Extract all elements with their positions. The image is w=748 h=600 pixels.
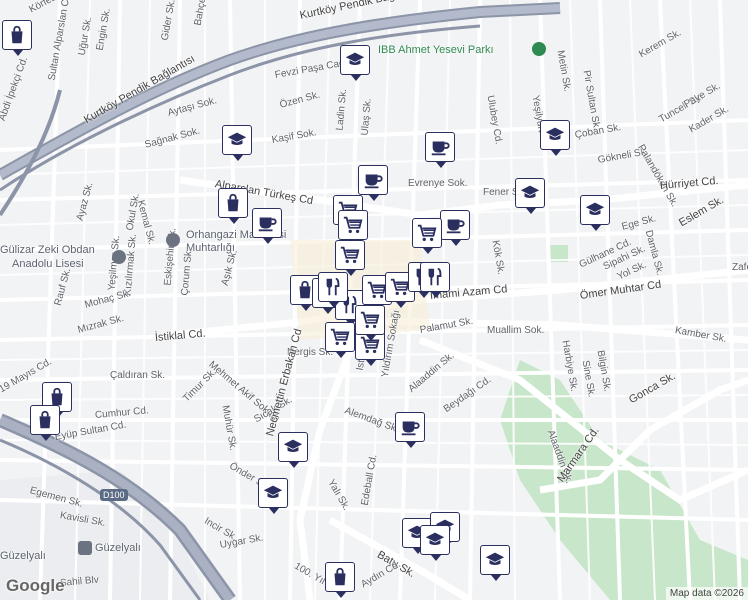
street-label: Çaldıran Sk. xyxy=(110,370,166,381)
shopping-bag-pin[interactable] xyxy=(218,188,248,224)
station-label[interactable]: Güzelyalı xyxy=(95,542,141,554)
park-icon xyxy=(532,42,546,56)
shopping-bag-icon xyxy=(222,192,244,214)
district-label: Güzelyalı xyxy=(0,550,46,562)
shopping-cart-icon xyxy=(416,222,438,244)
shopping-cart-pin[interactable] xyxy=(335,240,365,276)
school-icon xyxy=(584,199,606,221)
park-label[interactable]: IBB Ahmet Yesevi Parkı xyxy=(378,44,494,56)
school-icon xyxy=(424,529,446,551)
school-pin[interactable] xyxy=(278,432,308,468)
shopping-bag-icon xyxy=(34,409,56,431)
google-logo: Google xyxy=(6,576,65,595)
school-icon xyxy=(112,250,126,264)
school-icon xyxy=(282,436,304,458)
shopping-cart-icon xyxy=(342,214,364,236)
shopping-bag-icon xyxy=(329,566,351,588)
school-icon xyxy=(344,49,366,71)
road-shield-d100: D100 xyxy=(100,489,128,501)
street-label: Muallim Sok. xyxy=(487,325,545,336)
coffee-pin[interactable] xyxy=(358,165,388,201)
school-name-label[interactable]: Anadolu Lisesi xyxy=(12,258,84,270)
shopping-cart-pin[interactable] xyxy=(325,322,355,358)
map-canvas[interactable]: Körfez Sk. Abdi İpekçi Cd. Sultan Alpars… xyxy=(0,0,748,600)
school-pin[interactable] xyxy=(340,45,370,81)
street-label: Evrenye Sok. xyxy=(408,178,468,189)
shopping-cart-pin[interactable] xyxy=(355,305,385,341)
school-pin[interactable] xyxy=(222,125,252,161)
school-pin[interactable] xyxy=(540,120,570,156)
shopping-cart-icon xyxy=(329,326,351,348)
school-pin[interactable] xyxy=(480,545,510,581)
coffee-pin[interactable] xyxy=(425,132,455,168)
restaurant-pin[interactable] xyxy=(318,272,348,308)
restaurant-icon xyxy=(424,266,446,288)
shopping-bag-pin[interactable] xyxy=(30,405,60,441)
coffee-pin[interactable] xyxy=(252,208,282,244)
shopping-bag-icon xyxy=(6,24,28,46)
coffee-icon xyxy=(362,169,384,191)
station-icon xyxy=(78,541,92,555)
school-icon xyxy=(226,129,248,151)
school-icon xyxy=(262,482,284,504)
coffee-icon xyxy=(444,214,466,236)
restaurant-pin[interactable] xyxy=(420,262,450,298)
shopping-cart-pin[interactable] xyxy=(412,218,442,254)
shopping-cart-icon xyxy=(359,309,381,331)
school-pin[interactable] xyxy=(580,195,610,231)
shopping-bag-pin[interactable] xyxy=(325,562,355,598)
shopping-bag-pin[interactable] xyxy=(2,20,32,56)
school-pin[interactable] xyxy=(258,478,288,514)
school-icon xyxy=(484,549,506,571)
school-icon xyxy=(519,182,541,204)
coffee-icon xyxy=(256,212,278,234)
street-label: Zafer Sk. xyxy=(732,262,748,273)
school-pin[interactable] xyxy=(515,178,545,214)
school-name-label[interactable]: Gülizar Zeki Obdan xyxy=(0,244,95,256)
shopping-cart-icon xyxy=(339,244,361,266)
coffee-pin[interactable] xyxy=(395,412,425,448)
coffee-icon xyxy=(399,416,421,438)
school-pin[interactable] xyxy=(420,525,450,561)
restaurant-icon xyxy=(322,276,344,298)
coffee-pin[interactable] xyxy=(440,210,470,246)
school-icon xyxy=(544,124,566,146)
shopping-cart-pin[interactable] xyxy=(338,210,368,246)
attribution[interactable]: Map data ©2026 xyxy=(665,587,748,600)
coffee-icon xyxy=(429,136,451,158)
government-icon xyxy=(166,233,180,247)
